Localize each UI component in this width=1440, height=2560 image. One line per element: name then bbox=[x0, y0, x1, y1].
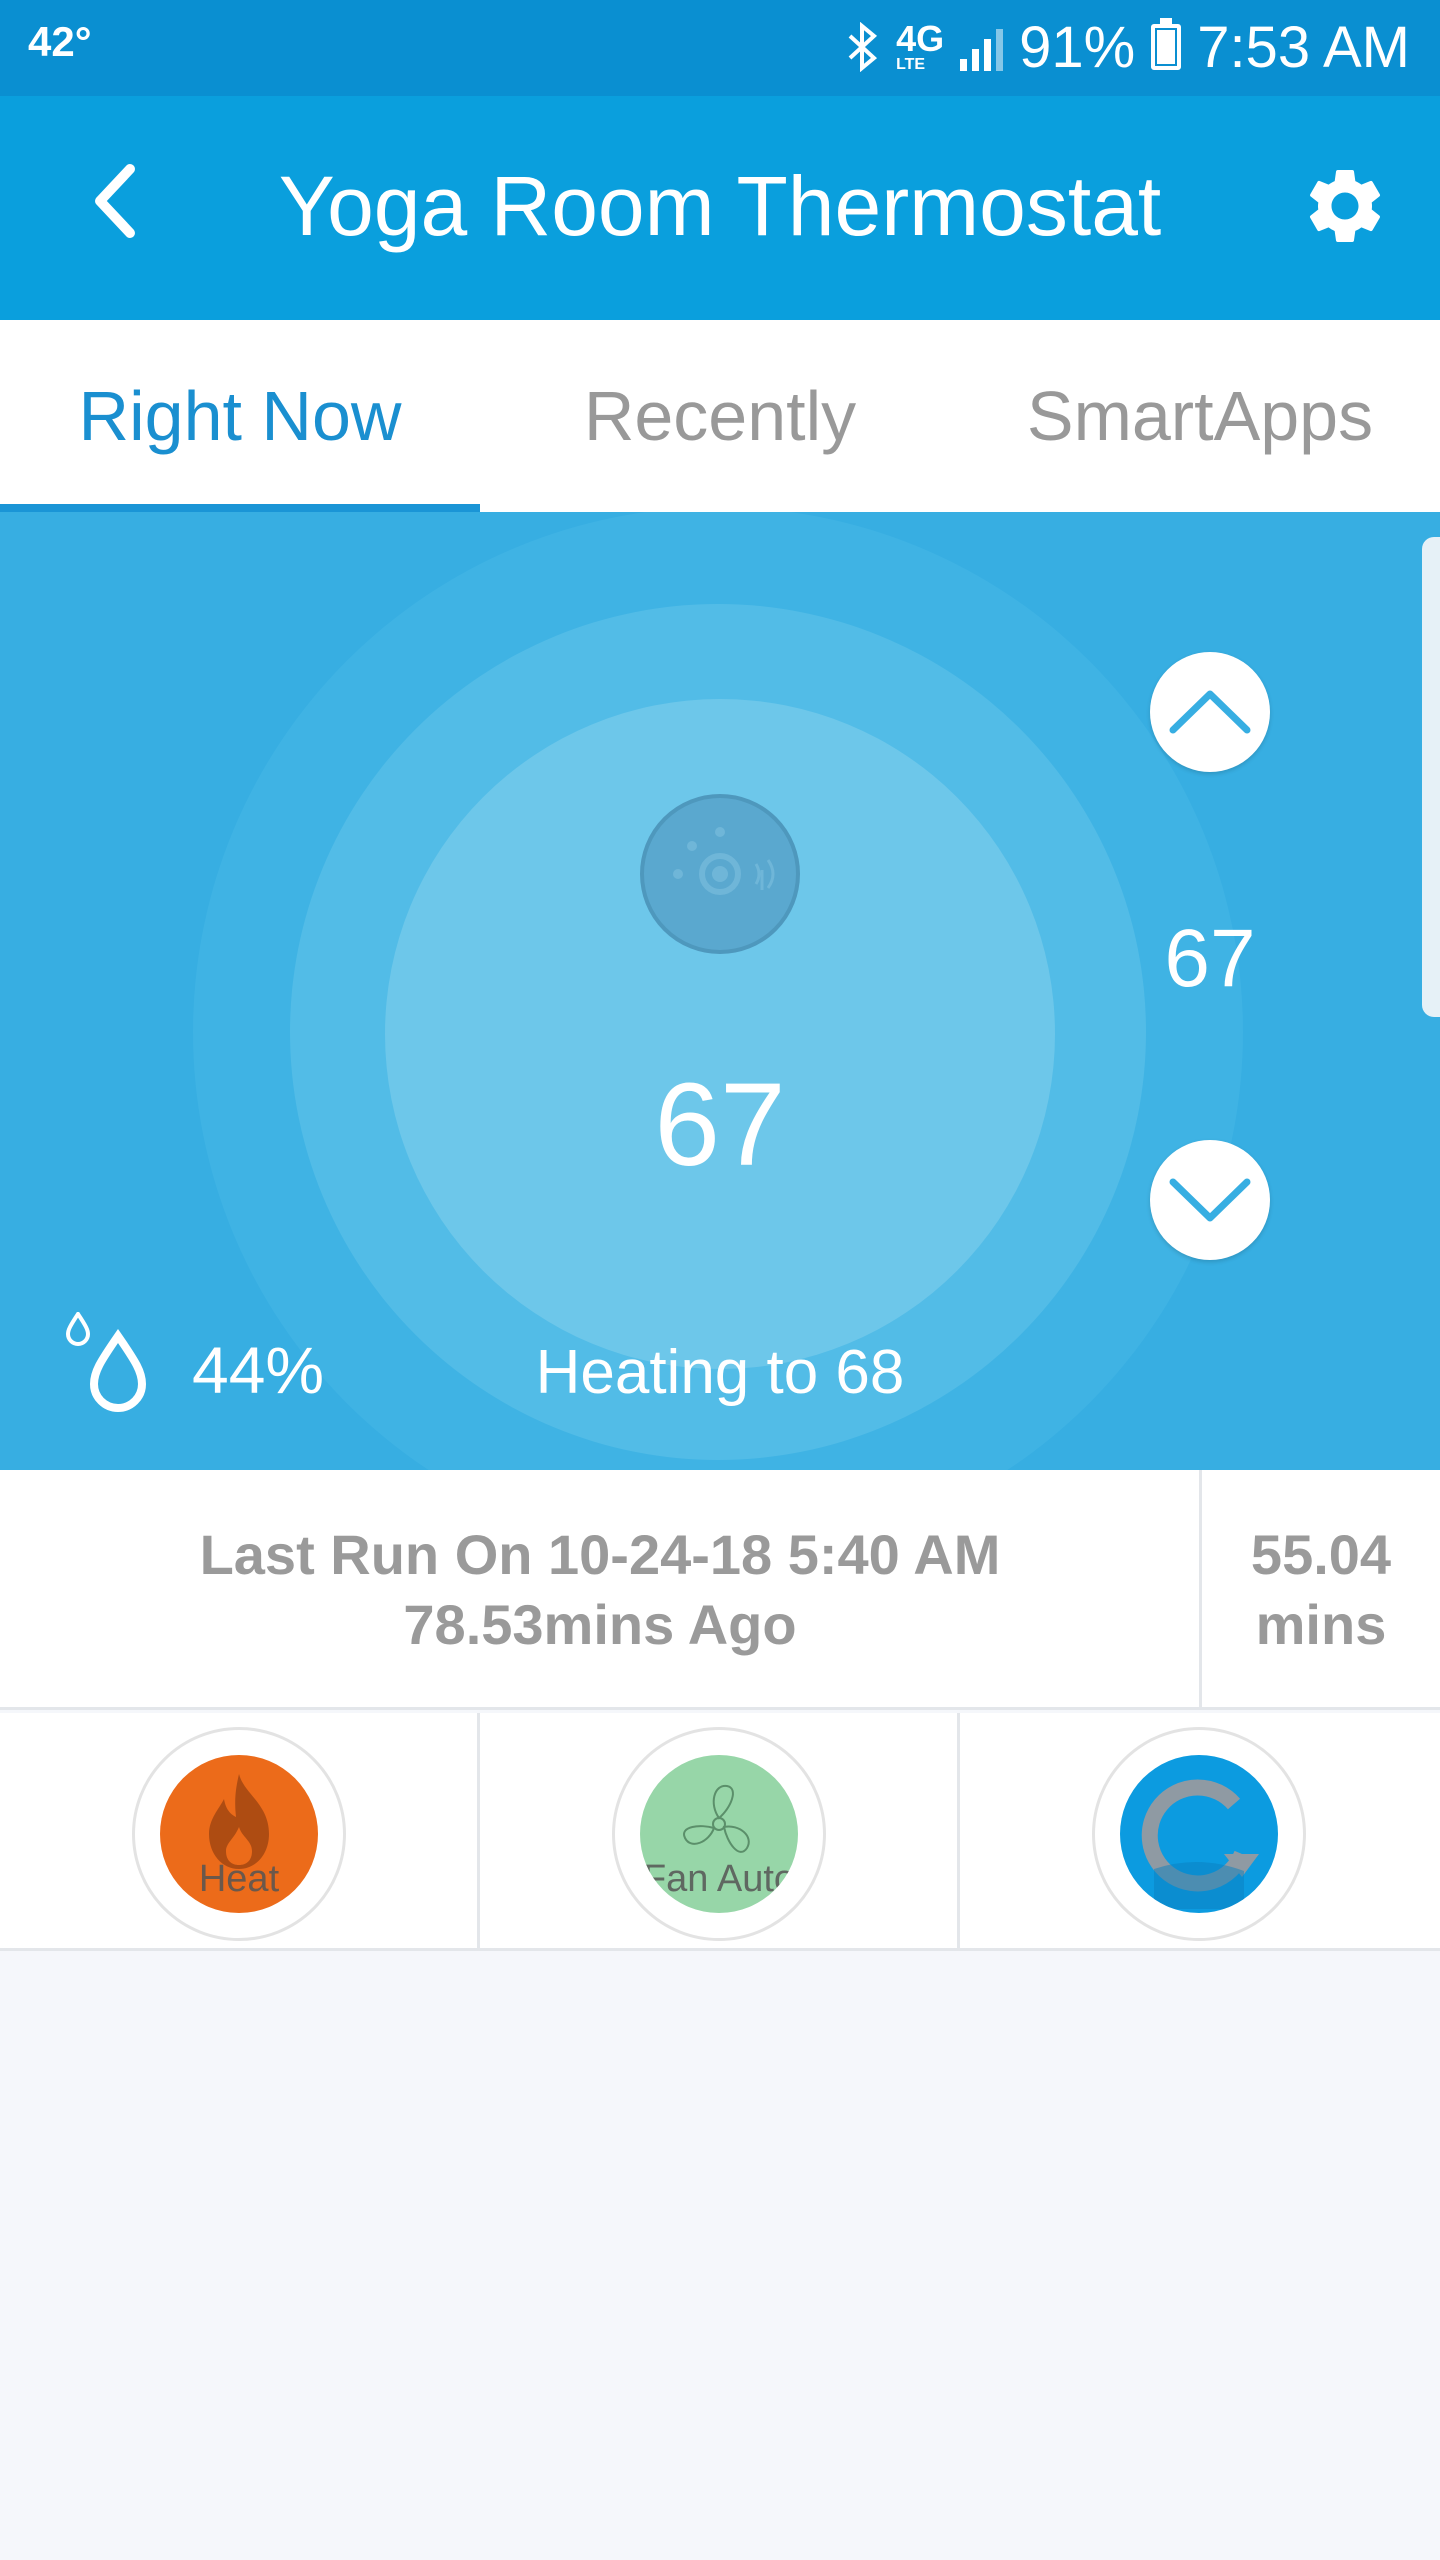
settings-button[interactable] bbox=[1290, 151, 1400, 261]
fan-mode-badge: Fan Auto bbox=[640, 1755, 798, 1913]
run-duration: 55.04 mins bbox=[1202, 1470, 1440, 1710]
empty-content-area bbox=[0, 1954, 1440, 2560]
humidity-value: 44% bbox=[192, 1333, 325, 1407]
heat-mode-button[interactable]: Heat bbox=[132, 1727, 346, 1941]
heat-mode-badge: Heat bbox=[160, 1755, 318, 1913]
chevron-up-icon bbox=[1169, 690, 1251, 734]
network-subtype: LTE bbox=[896, 56, 926, 73]
tab-recently[interactable]: Recently bbox=[480, 320, 960, 512]
heat-mode-label: Heat bbox=[198, 1858, 280, 1900]
gear-icon bbox=[1309, 169, 1381, 242]
heating-status: Heating to 68 bbox=[535, 1338, 905, 1407]
status-bar: 42° 4G LTE 91% 7:53 AM bbox=[0, 0, 1440, 96]
mode-tiles: Heat Fan Auto bbox=[0, 1713, 1440, 1951]
run-duration-value: 55.04 bbox=[1250, 1523, 1392, 1586]
refresh-button[interactable] bbox=[1092, 1727, 1306, 1941]
app-header: Yoga Room Thermostat bbox=[0, 96, 1440, 320]
last-run-ago: 78.53mins Ago bbox=[403, 1593, 797, 1656]
tab-right-now[interactable]: Right Now bbox=[0, 320, 480, 512]
refresh-tile[interactable] bbox=[960, 1713, 1440, 1948]
chevron-down-icon bbox=[1169, 1178, 1251, 1222]
weather-temp: 42° bbox=[28, 18, 92, 65]
thermostat-device-icon bbox=[640, 794, 800, 954]
signal-icon bbox=[960, 23, 1004, 71]
last-run-date: Last Run On 10-24-18 5:40 AM bbox=[199, 1523, 1001, 1586]
thermostat-panel: 67 67 44% Heating to 68 bbox=[0, 512, 1440, 1470]
refresh-icon bbox=[1141, 1779, 1259, 1909]
status-icons: 4G LTE 91% 7:53 AM bbox=[846, 12, 1410, 82]
last-run-row: Last Run On 10-24-18 5:40 AM 78.53mins A… bbox=[0, 1470, 1440, 1710]
run-duration-unit: mins bbox=[1255, 1593, 1387, 1656]
network-type: 4G bbox=[896, 18, 945, 59]
refresh-badge bbox=[1120, 1755, 1278, 1913]
increase-temp-button[interactable] bbox=[1150, 652, 1270, 772]
fan-mode-button[interactable]: Fan Auto bbox=[612, 1727, 826, 1941]
current-temperature: 67 bbox=[654, 1059, 786, 1191]
setpoint-temperature: 67 bbox=[1164, 913, 1256, 1004]
tab-bar: Right Now Recently SmartApps bbox=[0, 320, 1440, 512]
decrease-temp-button[interactable] bbox=[1150, 1140, 1270, 1260]
battery-percent: 91% bbox=[1019, 14, 1136, 80]
heat-mode-tile[interactable]: Heat bbox=[0, 1713, 480, 1948]
page-title: Yoga Room Thermostat bbox=[278, 159, 1162, 253]
clock: 7:53 AM bbox=[1197, 14, 1410, 80]
battery-icon bbox=[1151, 18, 1182, 70]
network-indicator: 4G LTE bbox=[896, 21, 944, 73]
tab-smartapps[interactable]: SmartApps bbox=[960, 320, 1440, 512]
last-run-info: Last Run On 10-24-18 5:40 AM 78.53mins A… bbox=[0, 1470, 1200, 1710]
side-drawer-handle[interactable] bbox=[1422, 537, 1440, 1017]
humidity-icon bbox=[65, 1312, 147, 1412]
fan-mode-tile[interactable]: Fan Auto bbox=[480, 1713, 960, 1948]
bluetooth-icon bbox=[848, 22, 878, 72]
fan-mode-label: Fan Auto bbox=[642, 1858, 796, 1900]
